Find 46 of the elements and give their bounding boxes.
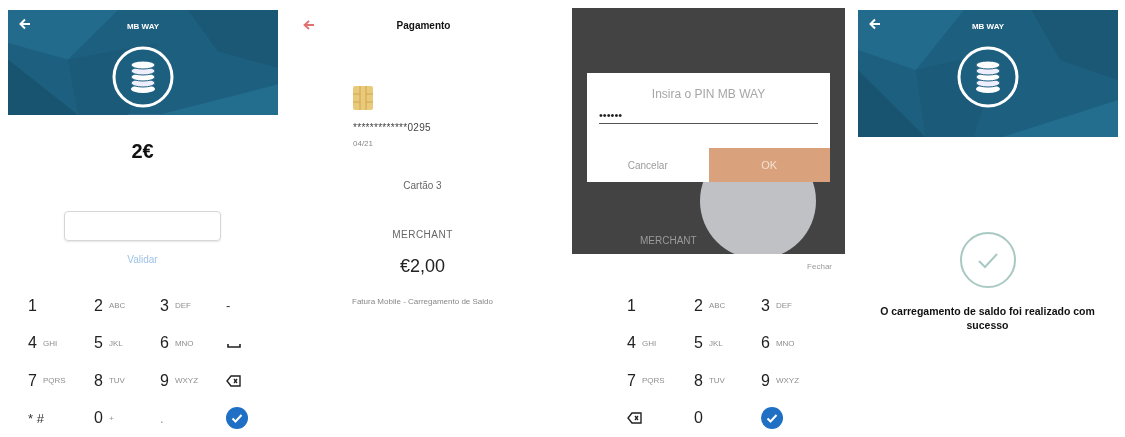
card-number: *************0295	[353, 122, 431, 133]
input-field[interactable]	[64, 210, 221, 241]
keypad-key[interactable]: 3 DEF	[761, 287, 792, 325]
screen-title: MB WAY	[126, 22, 160, 31]
screen-title: Pagamento	[396, 19, 451, 31]
keypad-key[interactable]: 8 TUV	[694, 362, 725, 400]
amount: 2€	[131, 139, 154, 163]
keypad-key[interactable]: 4 GHI	[627, 324, 657, 362]
coins-icon	[111, 45, 175, 109]
backspace-icon[interactable]	[627, 411, 643, 426]
keypad-key[interactable]: 9 WXYZ	[160, 362, 198, 400]
card-name: Cartão 3	[402, 180, 443, 191]
keypad-key[interactable]: 2 ABC	[94, 287, 126, 325]
card-expiry: 04/21	[353, 139, 374, 148]
keypad-key[interactable]: 4 GHI	[28, 324, 58, 362]
merchant-name: MERCHANT	[391, 229, 454, 240]
pin-field[interactable]: ••••••	[599, 109, 818, 124]
card-chip-icon	[353, 86, 373, 110]
keypad-key[interactable]: 5 JKL	[94, 324, 123, 362]
coins-icon	[956, 45, 1020, 109]
payment-description: Fatura Mobile - Carregamento de Saldo	[351, 297, 494, 306]
dialog-title: Insira o PIN MB WAY	[650, 87, 767, 101]
back-arrow-icon[interactable]	[303, 20, 315, 30]
success-check-icon	[958, 231, 1017, 289]
keypad-key[interactable]: 0	[694, 399, 703, 437]
keypad-key[interactable]: 1	[627, 287, 636, 325]
keypad-key[interactable]: 6 MNO	[160, 324, 194, 362]
screen-title: MB WAY	[971, 22, 1005, 31]
backspace-icon[interactable]	[226, 373, 242, 388]
keypad-key[interactable]: 6 MNO	[761, 324, 795, 362]
keypad-key[interactable]: 5 JKL	[694, 324, 723, 362]
keypad-key[interactable]: 9 WXYZ	[761, 362, 799, 400]
keypad-key[interactable]: 2 ABC	[694, 287, 726, 325]
keypad-key[interactable]: -	[226, 287, 231, 325]
success-message: O carregamento de saldo foi realizado com sucesso	[879, 305, 1096, 333]
keypad-key[interactable]: * #	[28, 399, 44, 437]
merchant-name: MERCHANT	[640, 235, 698, 246]
keypad-key[interactable]: 8 TUV	[94, 362, 125, 400]
keypad-key[interactable]: 1	[28, 287, 37, 325]
keypad-key[interactable]: 0 +	[94, 399, 114, 437]
keypad-key[interactable]: 3 DEF	[160, 287, 191, 325]
payment-amount: €2,00	[398, 256, 446, 277]
keypad-key[interactable]: 7 PQRS	[627, 362, 665, 400]
confirm-key-icon[interactable]	[761, 407, 783, 430]
keypad-key[interactable]: 7 PQRS	[28, 362, 66, 400]
confirm-key-icon[interactable]	[226, 407, 248, 430]
